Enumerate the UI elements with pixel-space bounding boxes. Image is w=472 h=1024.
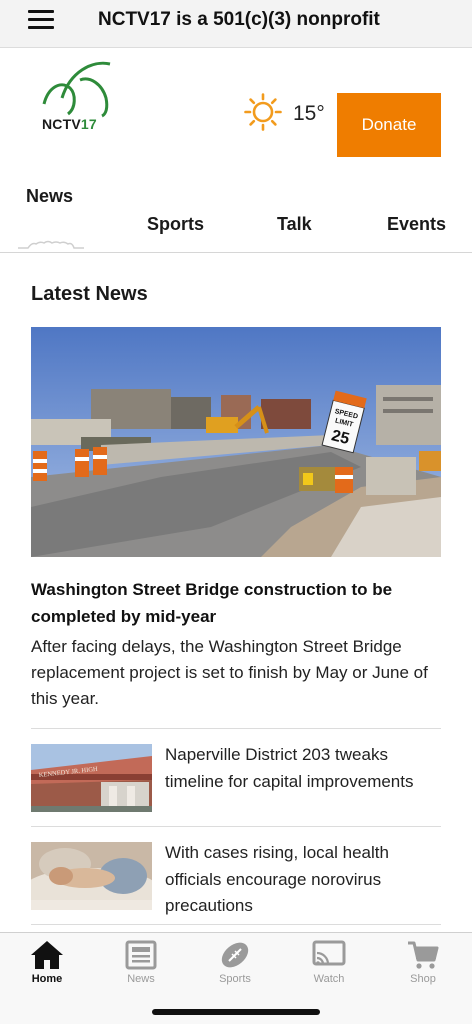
list-divider (31, 826, 441, 827)
nav-sports-label: Sports (219, 973, 251, 985)
article-title: Naperville District 203 tweaks timeline … (165, 745, 414, 791)
list-divider (31, 728, 441, 729)
nav-home[interactable]: Home (0, 933, 94, 993)
temperature-readout: 15° (293, 102, 325, 125)
tab-events[interactable]: Events (387, 214, 446, 235)
nonprofit-banner-text: NCTV17 is a 501(c)(3) nonprofit (98, 9, 380, 30)
football-icon (221, 942, 249, 968)
category-tabs: News Sports Talk Events (0, 178, 472, 253)
tab-talk[interactable]: Talk (277, 214, 312, 235)
tab-news[interactable]: News (26, 186, 73, 207)
list-divider (31, 924, 441, 925)
hero-article-summary: After facing delays, the Washington Stre… (31, 637, 428, 708)
nav-watch-label: Watch (313, 973, 345, 985)
list-item-article-norovirus[interactable]: With cases rising, local health official… (31, 842, 441, 922)
article-title: With cases rising, local health official… (165, 843, 389, 915)
home-icon (31, 941, 63, 969)
list-item-article-district-203[interactable]: KENNEDY JR. HIGH Naperville District 203… (31, 744, 441, 824)
nav-shop[interactable]: Shop (376, 933, 470, 993)
nav-home-label: Home (31, 973, 63, 985)
hero-article-headline[interactable]: Washington Street Bridge construction to… (31, 576, 431, 630)
nctv17-logo[interactable]: NCTV17 (40, 58, 120, 136)
nav-watch[interactable]: Watch (282, 933, 376, 993)
section-title-latest-news: Latest News (31, 283, 148, 305)
selected-tab-indicator (18, 240, 84, 249)
hamburger-menu-icon[interactable] (28, 8, 56, 32)
article-thumbnail: KENNEDY JR. HIGH (31, 744, 152, 812)
top-bar: NCTV17 is a 501(c)(3) nonprofit (0, 0, 472, 48)
nav-sports[interactable]: Sports (188, 933, 282, 993)
hero-article-image[interactable]: SPEED LIMIT 25 (31, 327, 441, 557)
nav-news-label: News (127, 973, 155, 985)
nav-news[interactable]: News (94, 933, 188, 993)
sun-icon (244, 93, 282, 131)
logo-swoosh-icon (42, 61, 111, 118)
logo-text: NCTV17 (42, 116, 97, 132)
home-indicator-bar[interactable] (152, 1009, 320, 1015)
newspaper-icon (125, 940, 157, 970)
donate-button[interactable]: Donate (337, 93, 441, 157)
tab-sports[interactable]: Sports (147, 214, 204, 235)
shopping-cart-icon (408, 941, 439, 969)
nav-shop-label: Shop (410, 973, 436, 985)
tv-cast-icon (312, 940, 346, 966)
article-thumbnail (31, 842, 152, 910)
